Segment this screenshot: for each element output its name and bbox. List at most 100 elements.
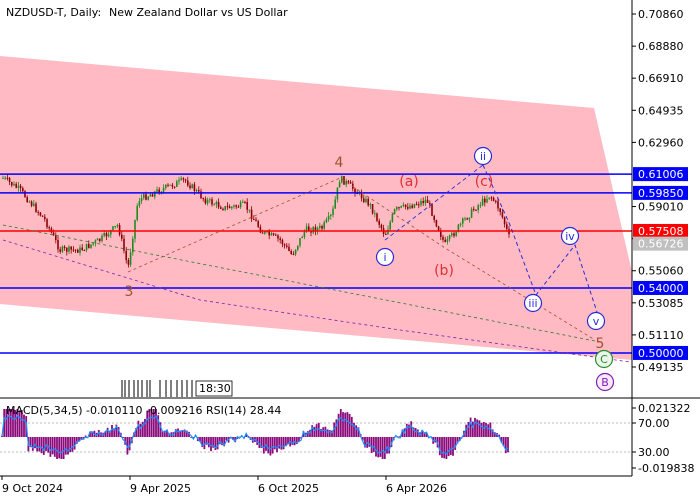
candle-body [240,202,242,207]
candle-body [255,219,257,221]
candle-body [73,250,75,251]
candle-body [442,237,444,240]
candle-body [398,207,400,208]
wave-label: 5 [596,336,605,352]
macd-bar [410,421,412,437]
macd-bar [111,425,113,437]
macd-bar [43,437,45,455]
macd-bar [483,422,485,437]
candle-body [222,209,224,210]
macd-bar [74,437,76,450]
candle-body [433,216,435,220]
level-label: 0.50000 [638,347,684,360]
indicator-axis: 0.02132270.0030.00-0.019838 [632,402,694,475]
level-label: 0.57508 [638,225,684,238]
chart-svg[interactable]: 345(a)(b)(c)iiiiiiivvCB NZDUSD-T, Daily:… [0,0,700,500]
candle-body [55,235,57,240]
price-tick-label: 0.68880 [638,40,684,53]
candle-body [79,248,81,253]
chart-window[interactable]: 345(a)(b)(c)iiiiiiivvCB NZDUSD-T, Daily:… [0,0,700,500]
candle-body [156,189,158,191]
candle-body [365,199,367,202]
macd-bar [355,425,357,437]
candle-body [114,226,116,227]
price-tick-label: 0.49135 [638,361,684,374]
macd-bar [65,437,67,455]
candle-body [460,224,462,225]
candle-body [464,218,466,219]
candle-body [2,178,4,179]
candle-body [372,204,374,213]
macd-bar [162,432,164,437]
candle-body [202,198,204,199]
price-axis[interactable]: 0.708600.688800.669100.649350.629600.590… [632,8,688,374]
price-tick-label: 0.70860 [638,8,684,21]
macd-bar [36,437,38,451]
candle-body [497,201,499,208]
candle-body [20,186,22,188]
candle-body [62,247,64,252]
candle-body [502,212,504,217]
candle-body [229,207,231,209]
candle-body [233,205,235,206]
candle-body [231,207,233,208]
candle-body [312,227,314,232]
candle-body [453,233,455,236]
macd-bar [347,412,349,437]
macd-bar [23,415,25,437]
macd-bar [327,429,329,437]
wave-label: 4 [335,155,344,171]
macd-bar [138,421,140,437]
candle-body [189,186,191,189]
candle-body [66,248,68,252]
candle-body [211,199,213,204]
macd-bar [265,437,267,451]
macd-bar [204,437,206,449]
candle-body [411,206,413,208]
candle-body [103,233,105,236]
candle-body [425,200,427,203]
macd-bar [316,424,318,437]
macd-bar [470,418,472,437]
macd-signal-line [2,416,508,454]
candle-body [473,209,475,210]
candle-body [491,197,493,198]
price-tick-label: 0.55060 [638,265,684,278]
candle-body [108,234,110,236]
indicator-tick-label: 70.00 [638,417,670,430]
macd-bar [340,409,342,437]
candle-body [169,185,171,186]
candle-body [15,184,17,188]
macd-bar [270,437,272,455]
candle-body [301,237,303,238]
wave-label: iii [528,297,537,310]
level-label: 0.61006 [638,168,684,181]
level-label: 0.59850 [638,187,684,200]
macd-bar [67,437,69,455]
candle-body [321,226,323,229]
candle-body [242,202,244,203]
candle-body [422,201,424,203]
candle-body [279,238,281,239]
macd-bar [485,423,487,437]
candle-body [381,225,383,228]
candle-body [44,217,46,219]
wave-label: C [600,353,608,366]
candle-body [150,195,152,197]
candle-body [128,260,130,265]
time-axis[interactable]: 9 Oct 20249 Apr 20256 Oct 20256 Apr 2026 [2,476,447,495]
macd-bar [380,437,382,457]
candle-body [480,205,482,206]
candle-body [328,216,330,219]
wave-label: i [383,251,386,264]
candle-body [13,184,15,185]
candle-body [42,216,44,217]
candle-body [77,250,79,253]
macd-bar [468,422,470,437]
macd-bar [58,437,60,458]
candle-body [209,199,211,200]
macd-bar [107,428,109,437]
candle-body [81,248,83,250]
candle-body [449,235,451,239]
price-tick-label: 0.64935 [638,104,684,117]
